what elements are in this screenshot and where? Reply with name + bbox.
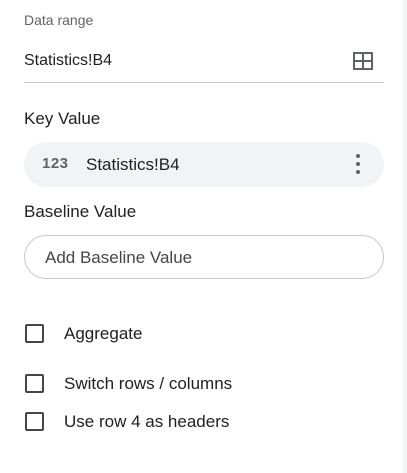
select-data-range-button[interactable]: [352, 50, 374, 72]
use-row-as-headers-label: Use row 4 as headers: [64, 412, 230, 431]
switch-rows-columns-checkbox[interactable]: [25, 374, 44, 393]
panel-edge: [403, 0, 407, 473]
aggregate-label: Aggregate: [64, 324, 143, 343]
chart-editor-setup-panel: Data range Statistics!B4 Key Value 123 S…: [0, 0, 403, 473]
number-type-icon: 123: [42, 155, 69, 172]
use-row-as-headers-checkbox[interactable]: [25, 412, 44, 431]
aggregate-checkbox[interactable]: [25, 324, 44, 343]
key-value-chip-label: Statistics!B4: [86, 155, 180, 174]
more-vert-icon[interactable]: [346, 152, 370, 177]
data-range-field[interactable]: Statistics!B4: [24, 42, 384, 83]
grid-icon: [353, 52, 373, 70]
baseline-value-input[interactable]: Add Baseline Value: [24, 235, 384, 279]
data-range-value[interactable]: Statistics!B4: [24, 52, 112, 70]
baseline-value-placeholder: Add Baseline Value: [45, 248, 193, 267]
baseline-value-title: Baseline Value: [24, 202, 137, 221]
switch-rows-columns-label: Switch rows / columns: [64, 374, 233, 393]
key-value-chip[interactable]: 123 Statistics!B4: [24, 142, 384, 187]
key-value-title: Key Value: [24, 109, 101, 128]
data-range-label: Data range: [24, 12, 94, 28]
